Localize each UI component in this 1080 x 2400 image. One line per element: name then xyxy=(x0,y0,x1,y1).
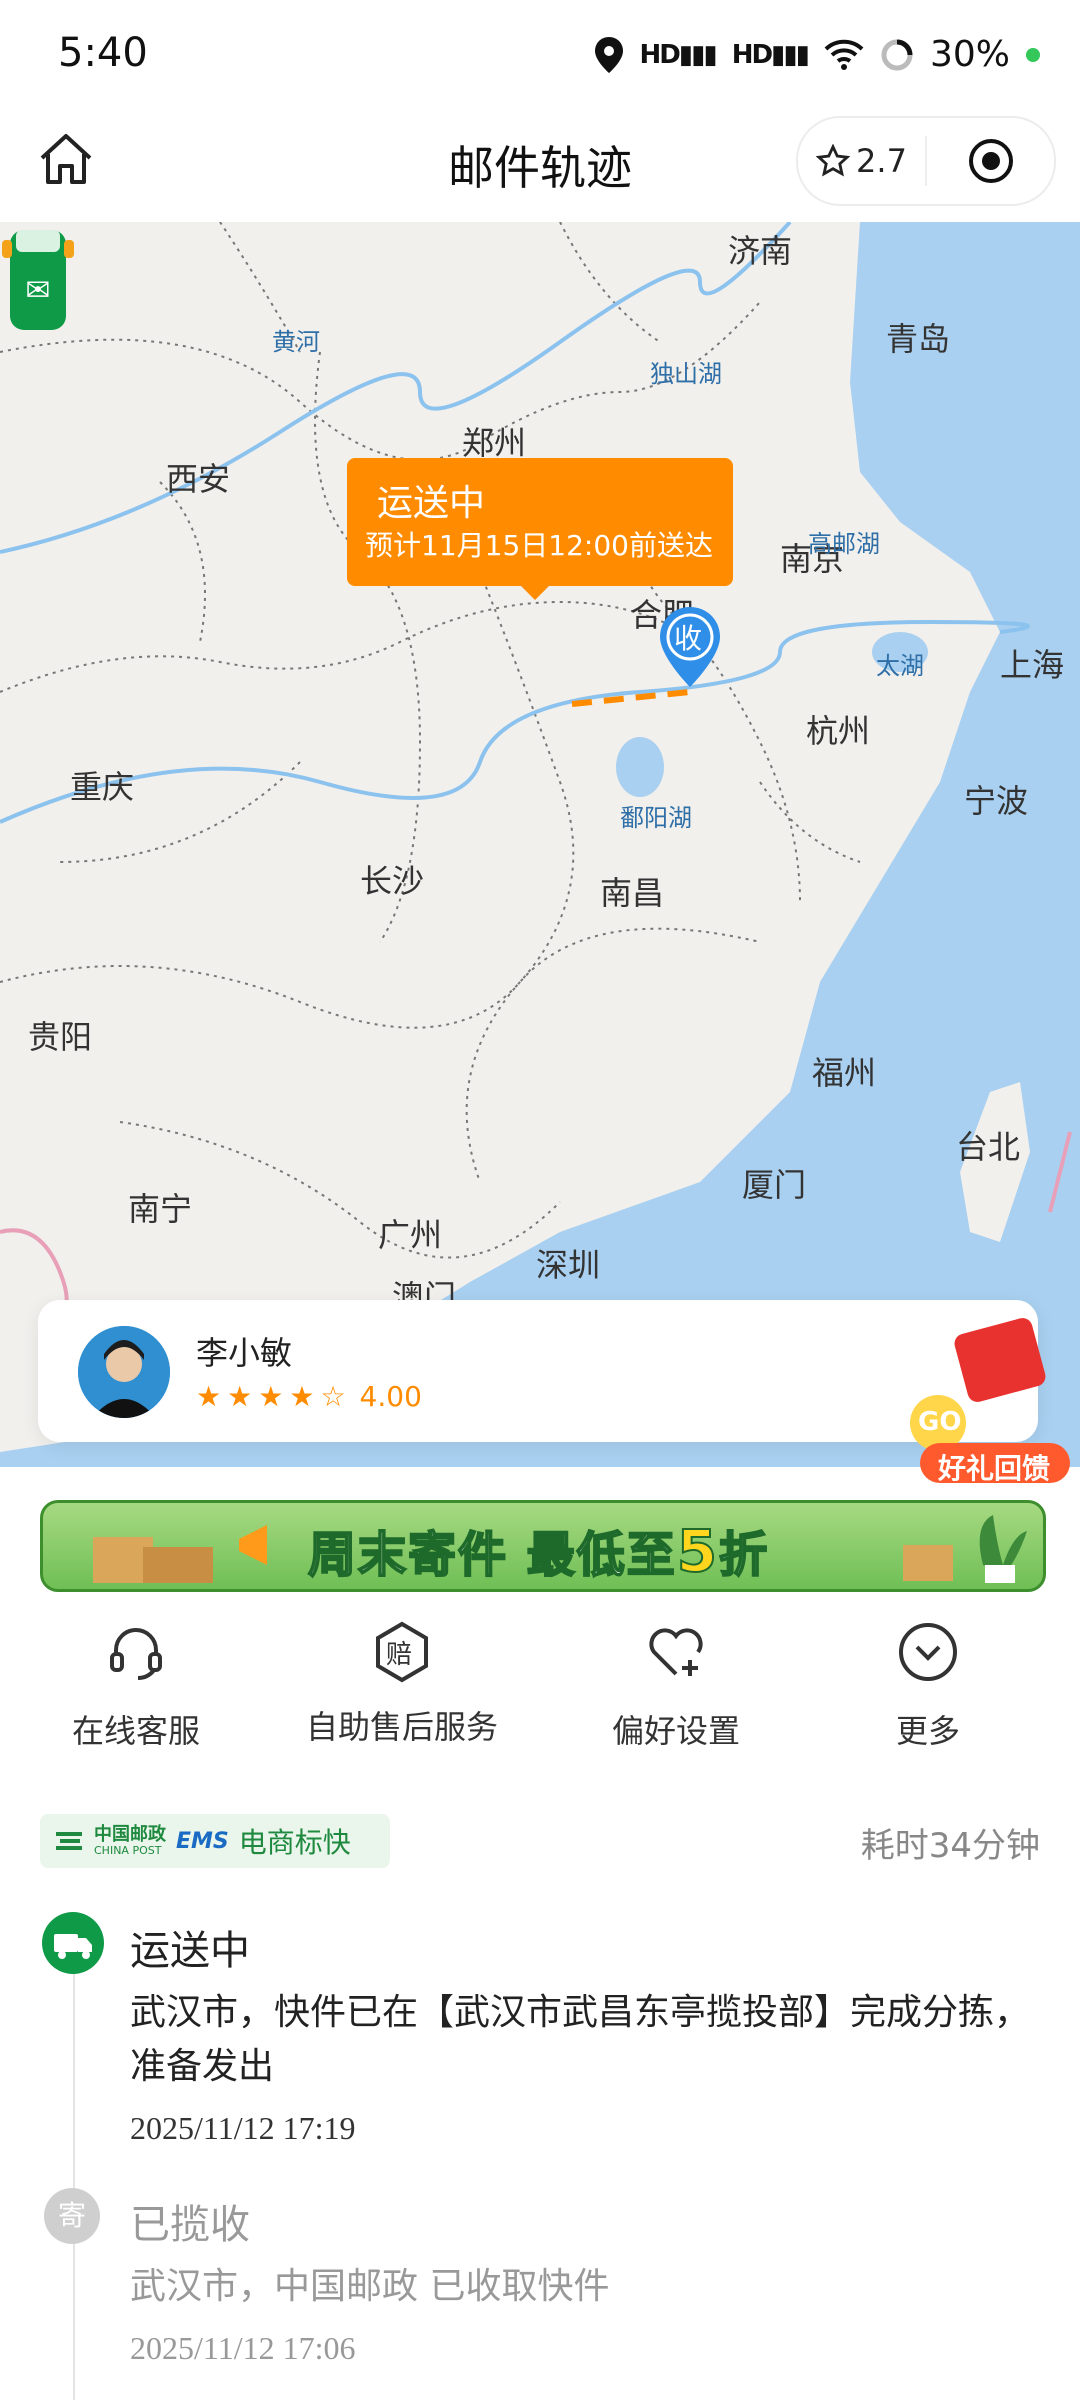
city-label: 贵阳 xyxy=(28,1018,93,1056)
city-label: 广州 xyxy=(378,1216,443,1254)
rating-value: 2.7 xyxy=(856,142,907,180)
preference-settings-button[interactable]: 偏好设置 xyxy=(608,1620,744,1752)
timeline-line xyxy=(73,1935,75,2400)
city-label: 济南 xyxy=(728,232,793,270)
svg-text:✉: ✉ xyxy=(25,273,50,308)
close-miniapp-button[interactable] xyxy=(927,137,1054,185)
star-outline-icon xyxy=(816,144,851,177)
service-type: 电商标快 xyxy=(238,1826,351,1859)
star-filled-icon: ★ xyxy=(289,1380,315,1413)
china-post-logo-icon xyxy=(56,1832,82,1850)
location-icon xyxy=(595,36,624,73)
event-desc: 武汉市，快件已在【武汉市武昌东亭揽投部】完成分拣，准备发出 xyxy=(130,1992,1031,2087)
megaphone-icon xyxy=(239,1525,267,1565)
star-empty-icon: ☆ xyxy=(320,1380,346,1413)
action-label: 在线客服 xyxy=(71,1712,200,1750)
in-transit-node xyxy=(42,1912,104,1974)
china-post-text: 中国邮政 CHINA POST xyxy=(94,1823,166,1857)
city-label: 福州 xyxy=(812,1054,877,1092)
status-icons: HD▮▮▮ HD▮▮▮ 30% xyxy=(595,34,1040,75)
water-label: 太湖 xyxy=(876,652,924,680)
avatar xyxy=(78,1326,170,1418)
callout-status: 运送中 xyxy=(377,483,486,524)
city-label: 长沙 xyxy=(360,862,425,900)
star-filled-icon: ★ xyxy=(227,1380,253,1413)
water-label: 高邮湖 xyxy=(808,530,880,558)
battery-dot xyxy=(1026,47,1040,62)
city-label: 台北 xyxy=(956,1128,1021,1166)
city-label: 重庆 xyxy=(70,768,135,806)
gift-label: 好礼回馈 xyxy=(938,1452,1051,1485)
promo-banner[interactable]: 周末寄件 最低至5折 xyxy=(40,1500,1046,1592)
signal-icon-2: HD▮▮▮ xyxy=(731,39,810,70)
star-filled-icon: ★ xyxy=(258,1380,284,1413)
event-desc: 武汉市，中国邮政 已收取快件 xyxy=(130,2266,610,2307)
receiver-pin[interactable]: 收 xyxy=(660,607,720,687)
more-button[interactable]: 更多 xyxy=(880,1620,976,1752)
courier-name: 李小敏 xyxy=(196,1334,293,1372)
elapsed-time: 耗时34分钟 xyxy=(860,1826,1040,1866)
city-label: 西安 xyxy=(166,460,231,498)
callout-eta: 预计11月15日12:00前送达 xyxy=(365,529,713,562)
action-label: 自助售后服务 xyxy=(305,1708,498,1746)
promo-text-big: 5 xyxy=(676,1516,720,1586)
online-service-button[interactable]: 在线客服 xyxy=(68,1620,204,1752)
battery-text: 30% xyxy=(929,34,1010,75)
event-status: 运送中 xyxy=(130,1928,250,1974)
water-label: 独山湖 xyxy=(650,360,722,388)
city-label: 南宁 xyxy=(128,1190,193,1228)
heart-plus-icon xyxy=(649,1628,703,1676)
city-label: 深圳 xyxy=(536,1246,601,1284)
city-label: 南昌 xyxy=(600,874,665,912)
truck-small-icon xyxy=(54,1934,92,1959)
picked-up-node: 寄 xyxy=(44,2188,100,2244)
after-sale-service-button[interactable]: 赔 自助售后服务 xyxy=(302,1620,502,1748)
map-view[interactable]: 济南 青岛 郑州 西安 南京 合肥 上海 杭州 宁波 重庆 长沙 南昌 贵阳 福… xyxy=(0,222,1080,1467)
water-label: 黄河 xyxy=(272,328,320,356)
china-post-en: CHINA POST xyxy=(94,1843,162,1857)
favorite-button[interactable]: 2.7 xyxy=(798,136,927,186)
courier-stars: ★ ★ ★ ★ ☆ 4.00 xyxy=(196,1380,422,1413)
status-time: 5:40 xyxy=(58,30,148,76)
promo-text: 周末寄件 最低至5折 xyxy=(307,1515,770,1586)
promo-text-a: 周末寄件 最低至 xyxy=(307,1526,677,1584)
truck-icon: ✉ xyxy=(2,230,74,330)
china-post-cn: 中国邮政 xyxy=(94,1823,166,1845)
carrier-tag: 中国邮政 CHINA POST EMS 电商标快 xyxy=(40,1814,390,1868)
ems-logo: EMS xyxy=(176,1828,229,1854)
courier-card[interactable]: 李小敏 ★ ★ ★ ★ ☆ 4.00 xyxy=(38,1300,1038,1442)
chevron-down-circle-icon xyxy=(899,1623,957,1681)
star-filled-icon: ★ xyxy=(196,1380,222,1413)
promo-text-b: 折 xyxy=(718,1526,770,1584)
compensation-icon: 赔 xyxy=(370,1620,434,1684)
action-label: 偏好设置 xyxy=(611,1712,740,1750)
header: 邮件轨迹 2.7 xyxy=(0,110,1080,222)
action-label: 更多 xyxy=(895,1712,960,1750)
city-label: 青岛 xyxy=(886,320,951,358)
status-bar: 5:40 HD▮▮▮ HD▮▮▮ 30% xyxy=(0,0,1080,110)
delivery-callout[interactable]: 运送中 预计11月15日12:00前送达 xyxy=(347,458,733,600)
city-label: 厦门 xyxy=(742,1166,807,1204)
water-label: 鄱阳湖 xyxy=(620,804,692,832)
capsule-menu: 2.7 xyxy=(796,116,1056,206)
gift-badge[interactable]: GO 好礼回馈 xyxy=(890,1305,1080,1495)
signal-icon: HD▮▮▮ xyxy=(639,39,717,70)
courier-rating: 4.00 xyxy=(359,1380,422,1413)
event-time: 2025/11/12 17:06 xyxy=(130,2330,356,2366)
action-row: 在线客服 赔 自助售后服务 偏好设置 更多 xyxy=(0,1620,1080,1760)
receiver-pin-label: 收 xyxy=(674,622,703,655)
parcel-icon xyxy=(93,1537,213,1583)
city-label: 上海 xyxy=(1000,646,1065,684)
wifi-icon xyxy=(824,39,864,70)
plant-icon xyxy=(903,1515,1027,1583)
city-label: 杭州 xyxy=(806,712,871,750)
loading-icon xyxy=(881,39,913,70)
event-status: 已揽收 xyxy=(130,2202,250,2248)
event-time: 2025/11/12 17:19 xyxy=(130,2110,356,2146)
target-icon xyxy=(968,139,1013,183)
city-label: 宁波 xyxy=(964,782,1029,820)
gift-go: GO xyxy=(918,1407,962,1437)
headset-icon xyxy=(110,1628,162,1680)
